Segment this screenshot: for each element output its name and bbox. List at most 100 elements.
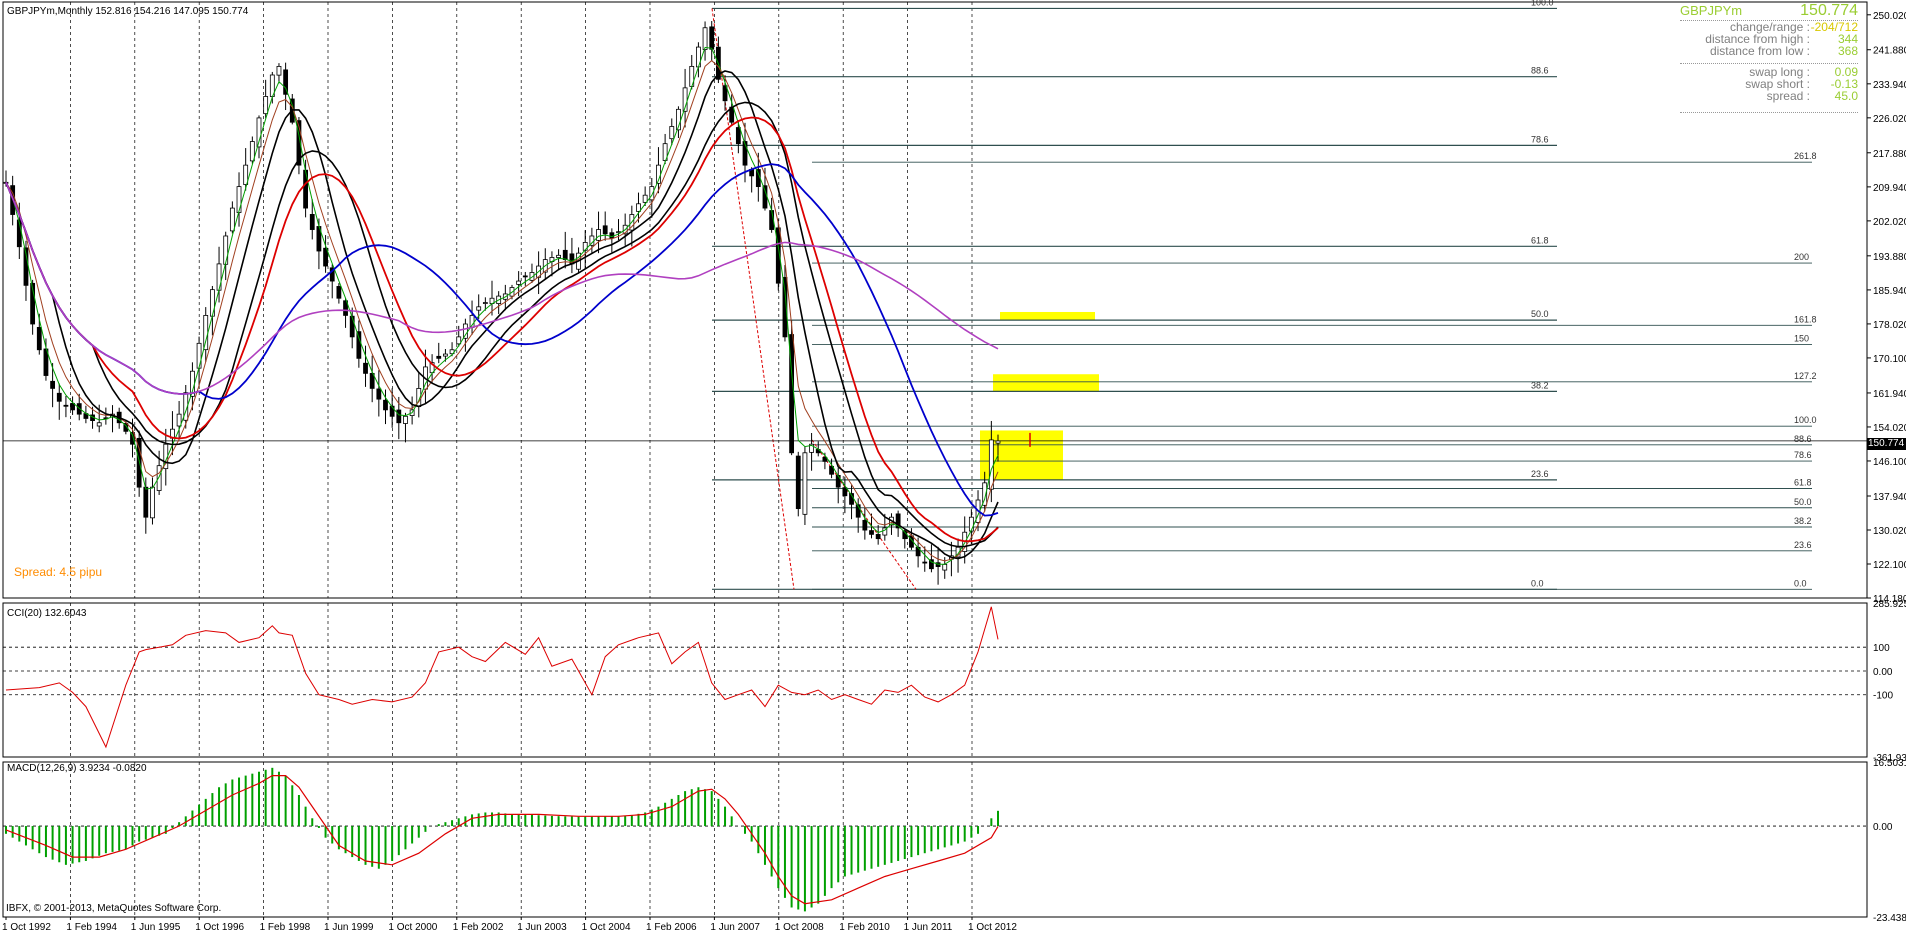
cci-tick-label: -100 bbox=[1873, 691, 1893, 702]
x-tick-label: 1 Jun 2007 bbox=[710, 922, 760, 933]
candle-body bbox=[942, 564, 948, 571]
candle-body bbox=[276, 65, 282, 76]
fib-ext-label: 38.2 bbox=[1794, 516, 1812, 526]
candle-body bbox=[602, 225, 608, 235]
candle-body bbox=[376, 388, 382, 400]
candle-body bbox=[50, 380, 56, 389]
info-row: swap long :0.09 bbox=[1680, 63, 1858, 78]
macd-tick-label: 0.00 bbox=[1873, 822, 1893, 833]
candle-body bbox=[802, 452, 808, 515]
fib-ext-label: 161.8 bbox=[1794, 314, 1817, 324]
fib-level-label: 88.6 bbox=[1531, 66, 1549, 76]
x-tick-label: 1 Oct 2012 bbox=[968, 922, 1017, 933]
candle-body bbox=[702, 27, 708, 50]
candle-body bbox=[795, 455, 801, 510]
y-tick-label: 137.940 bbox=[1873, 492, 1906, 503]
candle-body bbox=[476, 306, 482, 311]
fib-level-label: 50.0 bbox=[1531, 309, 1549, 319]
target-zone bbox=[993, 374, 1099, 392]
fib-ext-label: 23.6 bbox=[1794, 540, 1812, 550]
candle-body bbox=[263, 96, 269, 115]
candle-body bbox=[735, 127, 741, 145]
y-tick-label: 241.880 bbox=[1873, 46, 1906, 57]
candle-body bbox=[522, 275, 528, 278]
y-tick-label: 161.940 bbox=[1873, 389, 1906, 400]
y-tick-label: 154.020 bbox=[1873, 423, 1906, 434]
trading-chart[interactable]: 100.0 88.6 78.6 61.8 50.0 38.2 23.6 0.0 261.8 200… bbox=[0, 0, 1906, 934]
y-tick-label: 146.100 bbox=[1873, 457, 1906, 468]
candle-body bbox=[336, 286, 342, 299]
y-tick-label: 130.020 bbox=[1873, 526, 1906, 537]
price-tag: 150.774 bbox=[1867, 438, 1906, 450]
chart-title: GBPJPYm,Monthly 152.816 154.216 147.095 … bbox=[7, 6, 249, 17]
candle-body bbox=[363, 362, 368, 374]
candle-body bbox=[762, 185, 768, 209]
fib-ext-label: 100.0 bbox=[1794, 415, 1817, 425]
y-tick-label: 233.940 bbox=[1873, 80, 1906, 91]
x-tick-label: 1 Feb 1998 bbox=[260, 922, 311, 933]
candle-body bbox=[403, 415, 408, 424]
candle-body bbox=[922, 561, 928, 564]
cci-panel-frame bbox=[2, 602, 1868, 758]
y-tick-label: 185.940 bbox=[1873, 286, 1906, 297]
x-tick-label: 1 Jun 2003 bbox=[517, 922, 567, 933]
candle-body bbox=[56, 392, 62, 402]
fib-level-label: 78.6 bbox=[1531, 134, 1549, 144]
target-zone bbox=[1000, 311, 1095, 321]
main-panel-frame bbox=[2, 1, 1868, 599]
x-tick-label: 1 Oct 1992 bbox=[2, 922, 51, 933]
candle-body bbox=[988, 439, 994, 490]
candle-body bbox=[209, 289, 215, 317]
x-tick-label: 1 Jun 1999 bbox=[324, 922, 374, 933]
candle-body bbox=[915, 546, 921, 557]
x-tick-label: 1 Feb 2010 bbox=[839, 922, 890, 933]
candle-body bbox=[596, 229, 601, 241]
x-tick-label: 1 Feb 1994 bbox=[66, 922, 117, 933]
fib-level-label: 23.6 bbox=[1531, 469, 1549, 479]
candle-body bbox=[875, 534, 881, 540]
info-row-label: spread : bbox=[1766, 89, 1810, 103]
y-tick-label: 202.020 bbox=[1873, 217, 1906, 228]
x-tick-label: 1 Jun 2011 bbox=[904, 922, 953, 933]
candle-body bbox=[356, 331, 362, 359]
fib-level-label: 0.0 bbox=[1531, 578, 1544, 588]
candle-body bbox=[562, 249, 568, 260]
macd-tick-label: -23.4386 bbox=[1873, 913, 1906, 924]
x-tick-label: 1 Feb 2006 bbox=[646, 922, 697, 933]
fib-ext-label: 0.0 bbox=[1794, 578, 1807, 588]
candle-body bbox=[216, 263, 222, 291]
fib-ext-label: 50.0 bbox=[1794, 497, 1812, 507]
copyright: IBFX, © 2001-2013, MetaQuotes Software C… bbox=[6, 903, 221, 914]
y-tick-label: 170.100 bbox=[1873, 354, 1906, 365]
fib-ext-label: 78.6 bbox=[1794, 450, 1812, 460]
y-tick-label: 226.020 bbox=[1873, 114, 1906, 125]
candle-body bbox=[436, 355, 442, 359]
fib-ext-label: 150 bbox=[1794, 334, 1809, 344]
y-tick-label: 178.020 bbox=[1873, 320, 1906, 331]
x-tick-label: 1 Oct 2004 bbox=[582, 922, 631, 933]
x-tick-label: 1 Oct 2000 bbox=[388, 922, 437, 933]
x-tick-label: 1 Feb 2002 bbox=[453, 922, 504, 933]
candle-body bbox=[236, 186, 242, 213]
candle-body bbox=[842, 487, 848, 497]
candle-body bbox=[556, 254, 561, 258]
candle-body bbox=[196, 342, 202, 369]
x-tick-label: 1 Oct 1996 bbox=[195, 922, 244, 933]
candle-body bbox=[862, 519, 868, 531]
macd-title: MACD(12,26,9) 3.9234 -0.0820 bbox=[7, 763, 147, 774]
candle-body bbox=[63, 404, 69, 407]
fib-ext-label: 200 bbox=[1794, 252, 1809, 262]
candle-body bbox=[835, 474, 841, 488]
y-tick-label: 114.180 bbox=[1873, 594, 1906, 605]
info-row-label: distance from low : bbox=[1709, 44, 1810, 58]
candle-body bbox=[150, 486, 155, 519]
info-price: 150.774 bbox=[1800, 2, 1858, 19]
candle-body bbox=[223, 235, 229, 265]
cci-tick-label: 100 bbox=[1873, 643, 1890, 654]
info-symbol: GBPJPYm bbox=[1680, 3, 1743, 18]
candle-body bbox=[156, 465, 162, 491]
candle-body bbox=[642, 194, 648, 203]
fib-ext-label: 261.8 bbox=[1794, 151, 1817, 161]
candle-body bbox=[443, 353, 448, 357]
fib-level-label: 100.0 bbox=[1531, 0, 1554, 7]
